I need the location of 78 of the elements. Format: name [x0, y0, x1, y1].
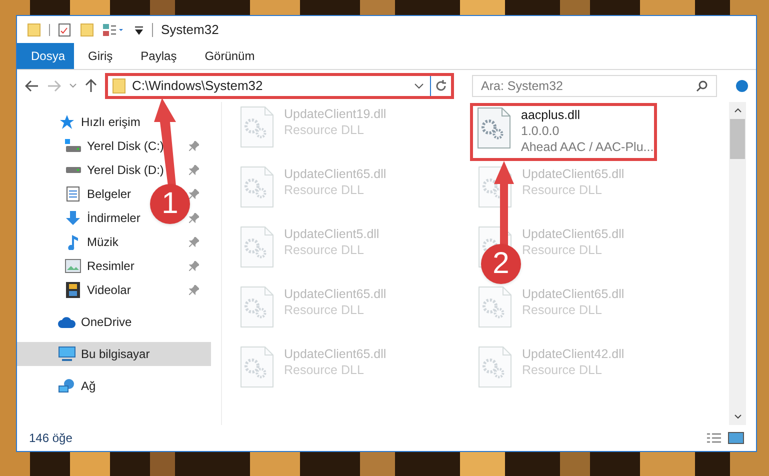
file-name: UpdateClient65.dll: [284, 346, 386, 362]
scrollbar-thumb[interactable]: [730, 119, 745, 159]
star-icon: [59, 114, 75, 130]
address-bar[interactable]: C:\Windows\System32: [105, 73, 454, 99]
up-arrow-icon[interactable]: [85, 79, 97, 93]
file-name: UpdateClient65.dll: [522, 166, 624, 182]
sidebar-item[interactable]: İndirmeler: [87, 209, 140, 227]
ribbon-tab[interactable]: Dosya: [17, 43, 74, 69]
ribbon-tab[interactable]: Giriş: [74, 43, 127, 69]
customize-toolbar-icon[interactable]: [134, 24, 144, 36]
dll-file-icon: [240, 226, 274, 268]
address-path: C:\Windows\System32: [132, 77, 264, 96]
details-view-icon[interactable]: [706, 432, 722, 444]
scrollbar[interactable]: [729, 102, 746, 425]
sidebar-item[interactable]: Ağ: [81, 377, 96, 395]
pin-icon[interactable]: [189, 285, 199, 295]
pin-icon[interactable]: [189, 141, 199, 151]
chevron-down-icon[interactable]: [414, 83, 424, 89]
monitor-icon: [58, 346, 76, 362]
dll-file-icon: [240, 286, 274, 328]
file-name: aacplus.dll: [521, 107, 582, 123]
properties-icon[interactable]: [58, 22, 72, 36]
sidebar-item[interactable]: Yerel Disk (D:): [87, 161, 164, 179]
thumbnail-view-icon[interactable]: [728, 432, 744, 444]
sidebar-item[interactable]: Videolar: [87, 281, 131, 299]
pin-icon[interactable]: [189, 165, 199, 175]
pin-icon[interactable]: [189, 213, 199, 223]
network-icon: [58, 378, 76, 394]
folder-icon: [112, 78, 126, 94]
dll-file-icon: [478, 286, 512, 328]
file-name: UpdateClient19.dll: [284, 106, 386, 122]
sidebar-item[interactable]: Müzik: [87, 233, 118, 251]
ribbon-tab[interactable]: Görünüm: [190, 43, 269, 69]
new-folder-icon[interactable]: [80, 22, 94, 36]
scroll-down-icon[interactable]: [734, 414, 742, 419]
search-field[interactable]: Ara: System32: [472, 75, 717, 97]
dll-file-icon: [477, 107, 511, 149]
pin-icon[interactable]: [189, 237, 199, 247]
forward-arrow-icon[interactable]: [47, 80, 61, 92]
file-name: UpdateClient5.dll: [284, 226, 380, 242]
search-icon[interactable]: [696, 80, 708, 92]
sidebar-item[interactable]: Resimler: [87, 257, 134, 275]
file-name: UpdateClient42.dll: [522, 346, 624, 362]
film-icon: [66, 282, 80, 298]
search-input[interactable]: Ara: System32: [481, 76, 696, 96]
download-icon: [65, 210, 81, 226]
pictures-icon: [65, 259, 81, 273]
document-icon: [66, 186, 80, 202]
help-icon[interactable]: [736, 80, 748, 92]
dll-file-icon: [478, 346, 512, 388]
cloud-icon: [58, 316, 76, 328]
folder-icon[interactable]: [27, 22, 41, 36]
file-detail: 1.0.0.0: [521, 123, 560, 139]
view-options-icon[interactable]: [102, 22, 126, 36]
selected-row-background[interactable]: Bu bilgisayar: [17, 342, 211, 366]
dll-file-icon: [240, 106, 274, 148]
back-arrow-icon[interactable]: [25, 80, 39, 92]
sidebar-item[interactable]: Belgeler: [87, 185, 132, 203]
scroll-up-icon[interactable]: [734, 108, 742, 113]
file-name: UpdateClient65.dll: [284, 286, 386, 302]
drive-icon: [65, 139, 81, 153]
file-detail: Ahead AAC / AAC-Plu...: [521, 139, 654, 155]
window-title: System32: [161, 20, 219, 39]
pin-icon[interactable]: [189, 261, 199, 271]
file-name: UpdateClient65.dll: [284, 166, 386, 182]
pin-icon[interactable]: [189, 189, 199, 199]
file-name: UpdateClient65.dll: [522, 286, 624, 302]
dll-file-icon: [240, 346, 274, 388]
file-name: UpdateClient65.dll: [522, 226, 624, 242]
dll-file-icon: [240, 166, 274, 208]
sidebar-item[interactable]: OneDrive: [81, 313, 132, 331]
sidebar-item[interactable]: Hızlı erişim: [81, 113, 140, 131]
music-note-icon: [67, 234, 79, 250]
drive-icon: [66, 167, 80, 173]
item-count: 146 öğe: [29, 430, 72, 447]
sidebar-item[interactable]: Bu bilgisayar: [81, 345, 150, 363]
sidebar-item[interactable]: Yerel Disk (C:): [87, 137, 164, 155]
ribbon-tab[interactable]: Paylaş: [126, 43, 191, 69]
